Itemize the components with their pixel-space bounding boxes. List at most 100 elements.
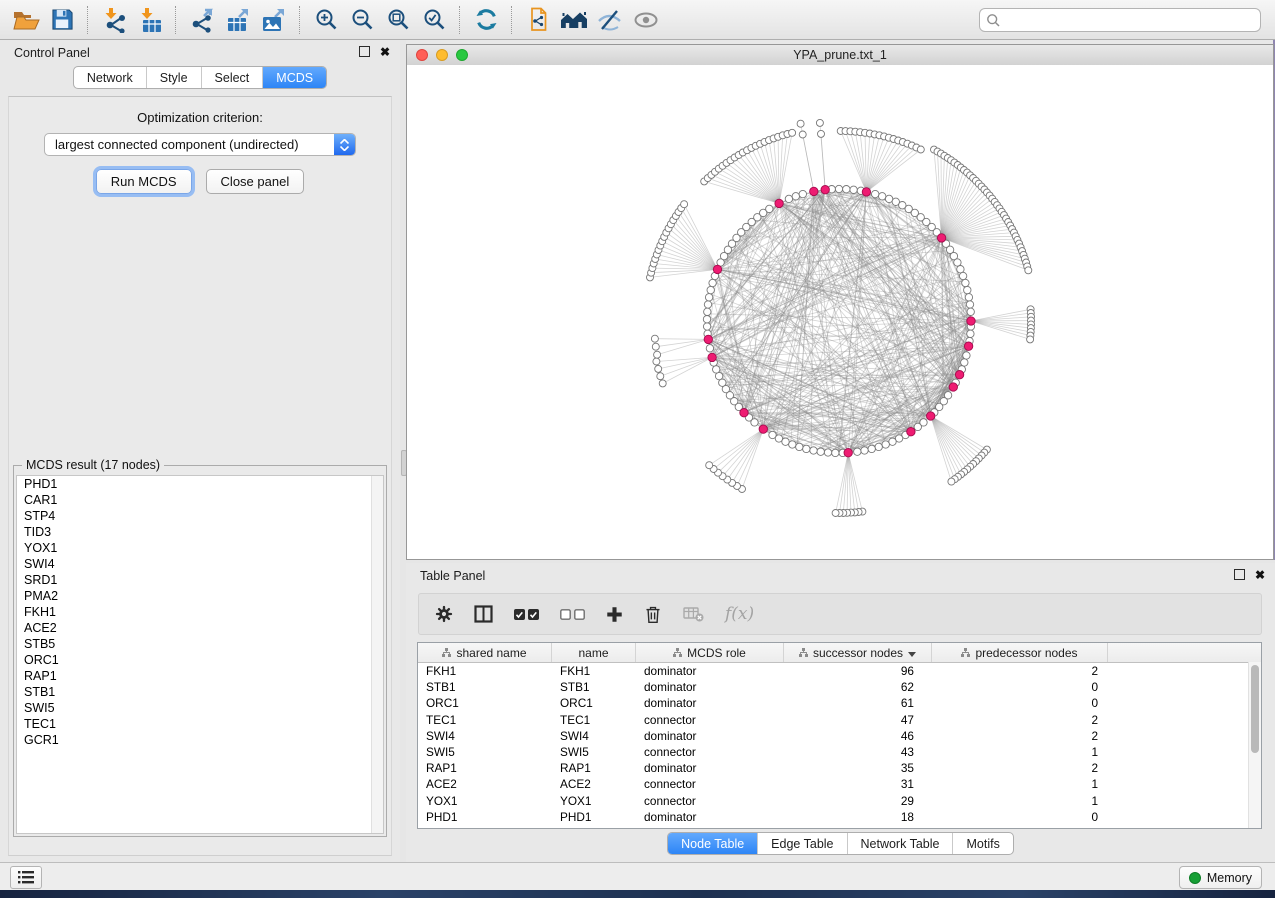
table-row[interactable]: STB1STB1dominator620 bbox=[418, 679, 1261, 695]
toolbar-separator bbox=[175, 6, 177, 34]
table-tab-edge-table[interactable]: Edge Table bbox=[757, 833, 846, 854]
network-graph[interactable] bbox=[407, 65, 1273, 559]
table-cell: 47 bbox=[784, 713, 932, 727]
refresh-icon[interactable] bbox=[468, 3, 504, 37]
delete-column-icon[interactable] bbox=[644, 605, 662, 624]
hide-selected-icon[interactable] bbox=[592, 3, 628, 37]
zoom-in-icon[interactable] bbox=[308, 3, 344, 37]
table-cell: 1 bbox=[932, 794, 1108, 808]
result-list-scrollbar[interactable] bbox=[371, 476, 383, 833]
function-builder-icon[interactable]: f(x) bbox=[725, 604, 754, 624]
open-file-icon[interactable] bbox=[8, 3, 44, 37]
table-cell: RAP1 bbox=[552, 761, 636, 775]
column-header-successor-nodes[interactable]: successor nodes bbox=[784, 643, 932, 662]
save-session-icon[interactable] bbox=[44, 3, 80, 37]
show-all-icon[interactable] bbox=[628, 3, 664, 37]
search-input[interactable] bbox=[1001, 10, 1260, 30]
show-columns-icon[interactable] bbox=[474, 605, 493, 623]
import-network-icon[interactable] bbox=[96, 3, 132, 37]
table-cell: 18 bbox=[784, 810, 932, 824]
task-history-button[interactable] bbox=[10, 866, 42, 889]
window-zoom-button[interactable] bbox=[456, 49, 468, 61]
mcds-result-item[interactable]: RAP1 bbox=[17, 668, 383, 684]
deselect-all-columns-icon[interactable] bbox=[560, 609, 585, 620]
tab-select[interactable]: Select bbox=[201, 67, 263, 88]
float-table-panel-icon[interactable] bbox=[1234, 569, 1245, 580]
column-header-MCDS-role[interactable]: MCDS role bbox=[636, 643, 784, 662]
table-scrollbar-thumb[interactable] bbox=[1251, 665, 1259, 753]
column-header-name[interactable]: name bbox=[552, 643, 636, 662]
mcds-result-item[interactable]: SRD1 bbox=[17, 572, 383, 588]
memory-button[interactable]: Memory bbox=[1179, 866, 1262, 889]
column-label: predecessor nodes bbox=[975, 646, 1077, 660]
column-header-predecessor-nodes[interactable]: predecessor nodes bbox=[932, 643, 1108, 662]
table-row[interactable]: SWI4SWI4dominator462 bbox=[418, 728, 1261, 744]
export-image-icon[interactable] bbox=[256, 3, 292, 37]
first-neighbors-icon[interactable] bbox=[556, 3, 592, 37]
table-row[interactable]: ORC1ORC1dominator610 bbox=[418, 695, 1261, 711]
tab-network[interactable]: Network bbox=[74, 67, 146, 88]
select-all-columns-icon[interactable] bbox=[514, 609, 539, 620]
window-close-button[interactable] bbox=[416, 49, 428, 61]
search-box[interactable] bbox=[979, 8, 1261, 32]
float-panel-icon[interactable] bbox=[359, 46, 370, 57]
network-window-titlebar[interactable]: YPA_prune.txt_1 bbox=[407, 45, 1273, 66]
mcds-result-group: MCDS result (17 nodes) PHD1CAR1STP4TID3Y… bbox=[13, 465, 387, 837]
tab-mcds[interactable]: MCDS bbox=[262, 67, 326, 88]
node-table-header[interactable]: shared name nameMCDS rolesuccessor nodes p… bbox=[418, 643, 1261, 663]
table-cell: YOX1 bbox=[418, 794, 552, 808]
mcds-result-item[interactable]: SWI4 bbox=[17, 556, 383, 572]
window-minimize-button[interactable] bbox=[436, 49, 448, 61]
zoom-selected-icon[interactable] bbox=[416, 3, 452, 37]
tab-style[interactable]: Style bbox=[146, 67, 201, 88]
zoom-fit-icon[interactable] bbox=[380, 3, 416, 37]
mcds-result-item[interactable]: TID3 bbox=[17, 524, 383, 540]
table-row[interactable]: YOX1YOX1connector291 bbox=[418, 793, 1261, 809]
table-row[interactable]: FKH1FKH1dominator962 bbox=[418, 663, 1261, 679]
mcds-result-item[interactable]: STP4 bbox=[17, 508, 383, 524]
delete-table-icon[interactable] bbox=[683, 607, 704, 622]
mcds-result-item[interactable]: ACE2 bbox=[17, 620, 383, 636]
close-panel-button[interactable]: Close panel bbox=[206, 169, 305, 194]
mcds-result-item[interactable]: TEC1 bbox=[17, 716, 383, 732]
mcds-result-item[interactable]: ORC1 bbox=[17, 652, 383, 668]
table-cell: dominator bbox=[636, 729, 784, 743]
table-tab-motifs[interactable]: Motifs bbox=[952, 833, 1012, 854]
close-panel-icon[interactable]: ✖ bbox=[380, 47, 390, 57]
table-cell: 61 bbox=[784, 696, 932, 710]
table-row[interactable]: RAP1RAP1dominator352 bbox=[418, 760, 1261, 776]
table-row[interactable]: TEC1TEC1connector472 bbox=[418, 712, 1261, 728]
column-header-shared-name[interactable]: shared name bbox=[418, 643, 552, 662]
mcds-result-item[interactable]: SWI5 bbox=[17, 700, 383, 716]
network-canvas[interactable] bbox=[407, 65, 1273, 559]
zoom-out-icon[interactable] bbox=[344, 3, 380, 37]
column-label: shared name bbox=[456, 646, 526, 660]
table-row[interactable]: SWI5SWI5connector431 bbox=[418, 744, 1261, 760]
table-cell: 2 bbox=[932, 729, 1108, 743]
mcds-result-item[interactable]: STB1 bbox=[17, 684, 383, 700]
duplicate-network-icon[interactable] bbox=[520, 3, 556, 37]
mcds-result-item[interactable]: YOX1 bbox=[17, 540, 383, 556]
export-table-icon[interactable] bbox=[220, 3, 256, 37]
mcds-result-item[interactable]: FKH1 bbox=[17, 604, 383, 620]
mcds-result-item[interactable]: STB5 bbox=[17, 636, 383, 652]
table-tab-network-table[interactable]: Network Table bbox=[847, 833, 953, 854]
mcds-result-item[interactable]: PHD1 bbox=[17, 476, 383, 492]
table-options-gear-icon[interactable] bbox=[435, 605, 453, 623]
table-row[interactable]: PHD1PHD1dominator180 bbox=[418, 809, 1261, 825]
mcds-result-item[interactable]: GCR1 bbox=[17, 732, 383, 748]
close-table-panel-icon[interactable]: ✖ bbox=[1255, 570, 1265, 580]
table-row[interactable]: ACE2ACE2connector311 bbox=[418, 776, 1261, 792]
import-table-icon[interactable] bbox=[132, 3, 168, 37]
table-cell: TEC1 bbox=[552, 713, 636, 727]
optimization-criterion-select[interactable]: largest connected component (undirected) bbox=[44, 133, 356, 156]
table-tab-node-table[interactable]: Node Table bbox=[668, 833, 757, 854]
run-mcds-button[interactable]: Run MCDS bbox=[96, 169, 192, 194]
mcds-result-list[interactable]: PHD1CAR1STP4TID3YOX1SWI4SRD1PMA2FKH1ACE2… bbox=[16, 475, 384, 834]
export-network-icon[interactable] bbox=[184, 3, 220, 37]
mcds-result-item[interactable]: PMA2 bbox=[17, 588, 383, 604]
table-cell: ORC1 bbox=[418, 696, 552, 710]
table-scrollbar[interactable] bbox=[1248, 662, 1261, 828]
mcds-result-item[interactable]: CAR1 bbox=[17, 492, 383, 508]
add-column-icon[interactable] bbox=[606, 606, 623, 623]
